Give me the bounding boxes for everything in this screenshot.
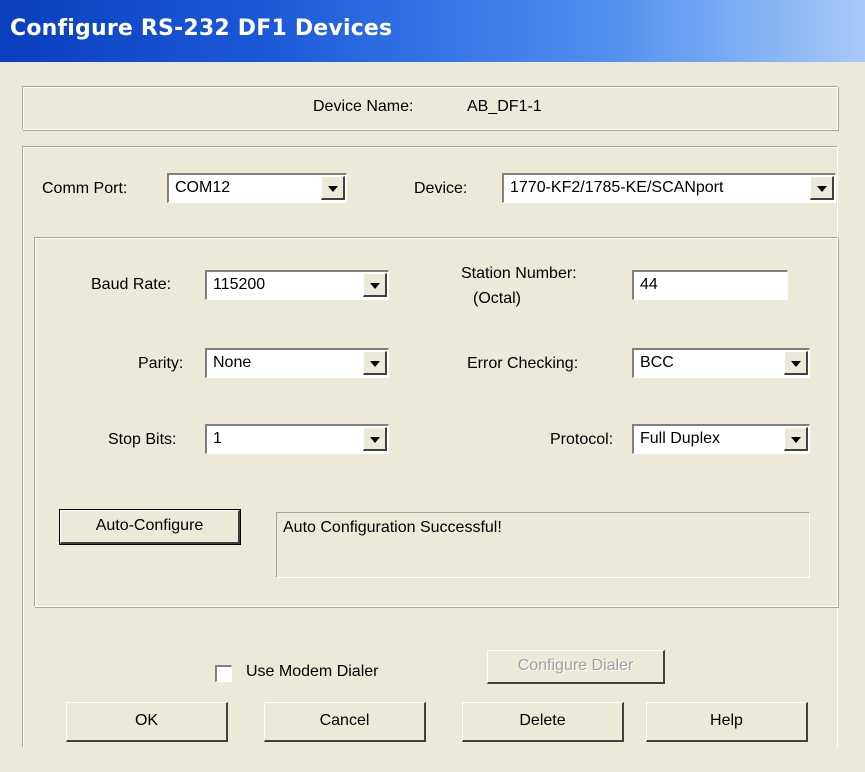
comm-port-select[interactable]: COM12 (167, 173, 347, 203)
ok-button[interactable]: OK (66, 702, 228, 742)
station-number-input[interactable]: 44 (632, 270, 788, 300)
protocol-value: Full Duplex (640, 430, 721, 447)
chevron-down-icon[interactable] (784, 427, 808, 451)
delete-button[interactable]: Delete (462, 702, 624, 742)
baud-rate-value: 115200 (213, 276, 266, 293)
protocol-select[interactable]: Full Duplex (632, 424, 810, 454)
error-checking-label: Error Checking: (467, 355, 579, 372)
device-select[interactable]: 1770-KF2/1785-KE/SCANport (502, 173, 836, 203)
chevron-down-icon[interactable] (321, 176, 345, 200)
comm-port-label: Comm Port: (42, 180, 128, 197)
chevron-down-icon[interactable] (784, 351, 808, 375)
station-number-label: Station Number: (461, 265, 577, 282)
chevron-down-icon[interactable] (363, 427, 387, 451)
parity-label: Parity: (138, 355, 184, 372)
station-number-octal-label: (Octal) (473, 290, 521, 307)
device-label: Device: (414, 180, 468, 197)
window-title: Configure RS-232 DF1 Devices (10, 16, 393, 41)
stop-bits-label: Stop Bits: (108, 431, 177, 448)
station-number-value: 44 (640, 276, 658, 293)
auto-configure-status-text: Auto Configuration Successful! (283, 519, 502, 536)
auto-configure-button[interactable]: Auto-Configure (59, 509, 241, 545)
error-checking-select[interactable]: BCC (632, 348, 810, 378)
use-modem-dialer-label: Use Modem Dialer (246, 663, 379, 680)
error-checking-value: BCC (640, 354, 674, 371)
stop-bits-value: 1 (213, 430, 222, 447)
chevron-down-icon[interactable] (810, 176, 834, 200)
parity-value: None (213, 354, 252, 371)
help-button[interactable]: Help (646, 702, 808, 742)
baud-rate-label: Baud Rate: (91, 276, 172, 293)
title-bar[interactable]: Configure RS-232 DF1 Devices (0, 0, 865, 62)
device-value: 1770-KF2/1785-KE/SCANport (510, 179, 724, 196)
configure-dialer-button[interactable]: Configure Dialer (487, 650, 665, 684)
use-modem-dialer-checkbox[interactable] (215, 665, 232, 682)
device-name-group: Device Name: AB_DF1-1 (22, 86, 838, 130)
parity-select[interactable]: None (205, 348, 389, 378)
baud-rate-select[interactable]: 115200 (205, 270, 389, 300)
device-name-value: AB_DF1-1 (467, 98, 542, 115)
chevron-down-icon[interactable] (363, 273, 387, 297)
comm-port-value: COM12 (175, 179, 231, 196)
protocol-label: Protocol: (550, 431, 614, 448)
stop-bits-select[interactable]: 1 (205, 424, 389, 454)
device-name-label: Device Name: (313, 98, 414, 115)
chevron-down-icon[interactable] (363, 351, 387, 375)
auto-configure-status: Auto Configuration Successful! (276, 512, 810, 578)
cancel-button[interactable]: Cancel (264, 702, 426, 742)
